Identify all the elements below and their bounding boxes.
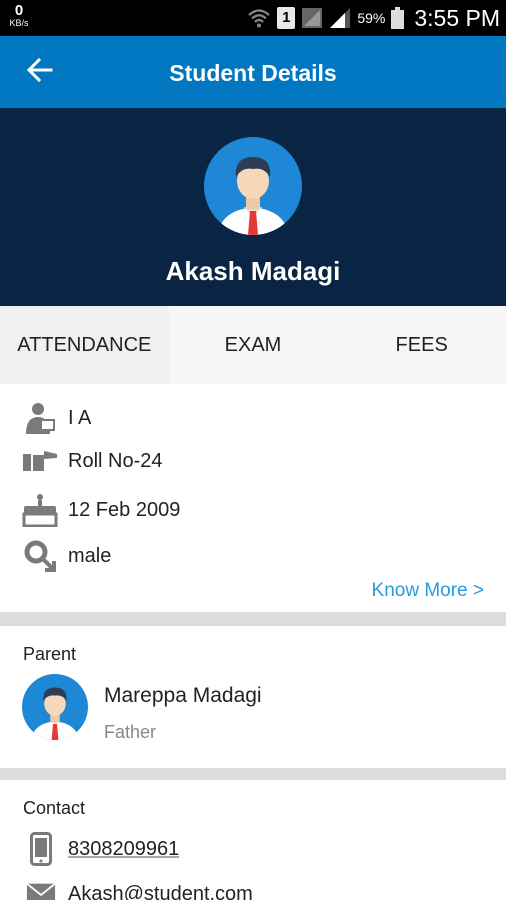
student-header: Akash Madagi — [0, 108, 506, 306]
parent-relation: Father — [104, 722, 157, 742]
battery-icon — [391, 7, 405, 29]
know-more-link[interactable]: Know More > — [372, 580, 484, 602]
class-row: I A — [22, 398, 91, 438]
signal-weak-icon — [301, 7, 323, 29]
roll-value: Roll No-24 — [68, 449, 163, 472]
sim-slot-icon: 1 — [277, 7, 296, 29]
gender-icon — [22, 538, 58, 574]
tab-bar: ATTENDANCE EXAM FEES — [0, 306, 506, 384]
tab-exam[interactable]: EXAM — [169, 306, 338, 384]
page-title: Student Details — [169, 60, 337, 86]
contact-section-label: Contact — [23, 798, 86, 818]
student-reading-icon — [22, 400, 58, 436]
pointing-hand-icon — [22, 443, 58, 479]
battery-percent: 59% — [357, 10, 386, 26]
class-value: I A — [68, 406, 92, 429]
email-row: Akash@student.com — [26, 882, 253, 900]
mobile-phone-icon — [26, 832, 56, 866]
parent-avatar — [22, 674, 88, 740]
parent-section-label: Parent — [23, 644, 77, 664]
student-name: Akash Madagi — [165, 256, 341, 286]
gender-row: male — [22, 536, 111, 576]
app-bar: Student Details — [0, 36, 506, 108]
dob-row: 12 Feb 2009 — [22, 490, 180, 530]
birthday-cake-icon — [22, 492, 58, 528]
parent-card: Parent Mareppa Madagi Father — [0, 626, 506, 768]
signal-strong-icon — [329, 7, 351, 29]
network-speed-unit: KB/s — [9, 18, 29, 28]
dob-value: 12 Feb 2009 — [68, 498, 181, 521]
status-bar: 0 KB/s 1 59% 3:55 PM — [0, 0, 506, 36]
phone-number-link[interactable]: 8308209961 — [68, 838, 179, 861]
tab-fees[interactable]: FEES — [337, 306, 506, 384]
student-info-card: I A Roll No-24 12 Feb 2009 male Know Mor… — [0, 384, 506, 612]
section-divider — [0, 612, 506, 626]
gender-value: male — [68, 544, 112, 567]
email-value[interactable]: Akash@student.com — [68, 883, 253, 900]
parent-name: Mareppa Madagi — [104, 684, 262, 707]
network-speed-value: 0 — [14, 2, 24, 19]
mail-icon — [26, 882, 56, 900]
clock: 3:55 PM — [414, 4, 500, 31]
tab-attendance[interactable]: ATTENDANCE — [0, 306, 169, 384]
wifi-icon — [247, 7, 271, 29]
network-speed: 0 KB/s — [6, 3, 32, 28]
contact-card: Contact 8308209961 Akash@student.com — [0, 780, 506, 900]
student-avatar — [204, 137, 302, 235]
roll-row: Roll No-24 — [22, 441, 162, 481]
section-divider — [0, 768, 506, 780]
phone-row: 8308209961 — [26, 832, 179, 866]
